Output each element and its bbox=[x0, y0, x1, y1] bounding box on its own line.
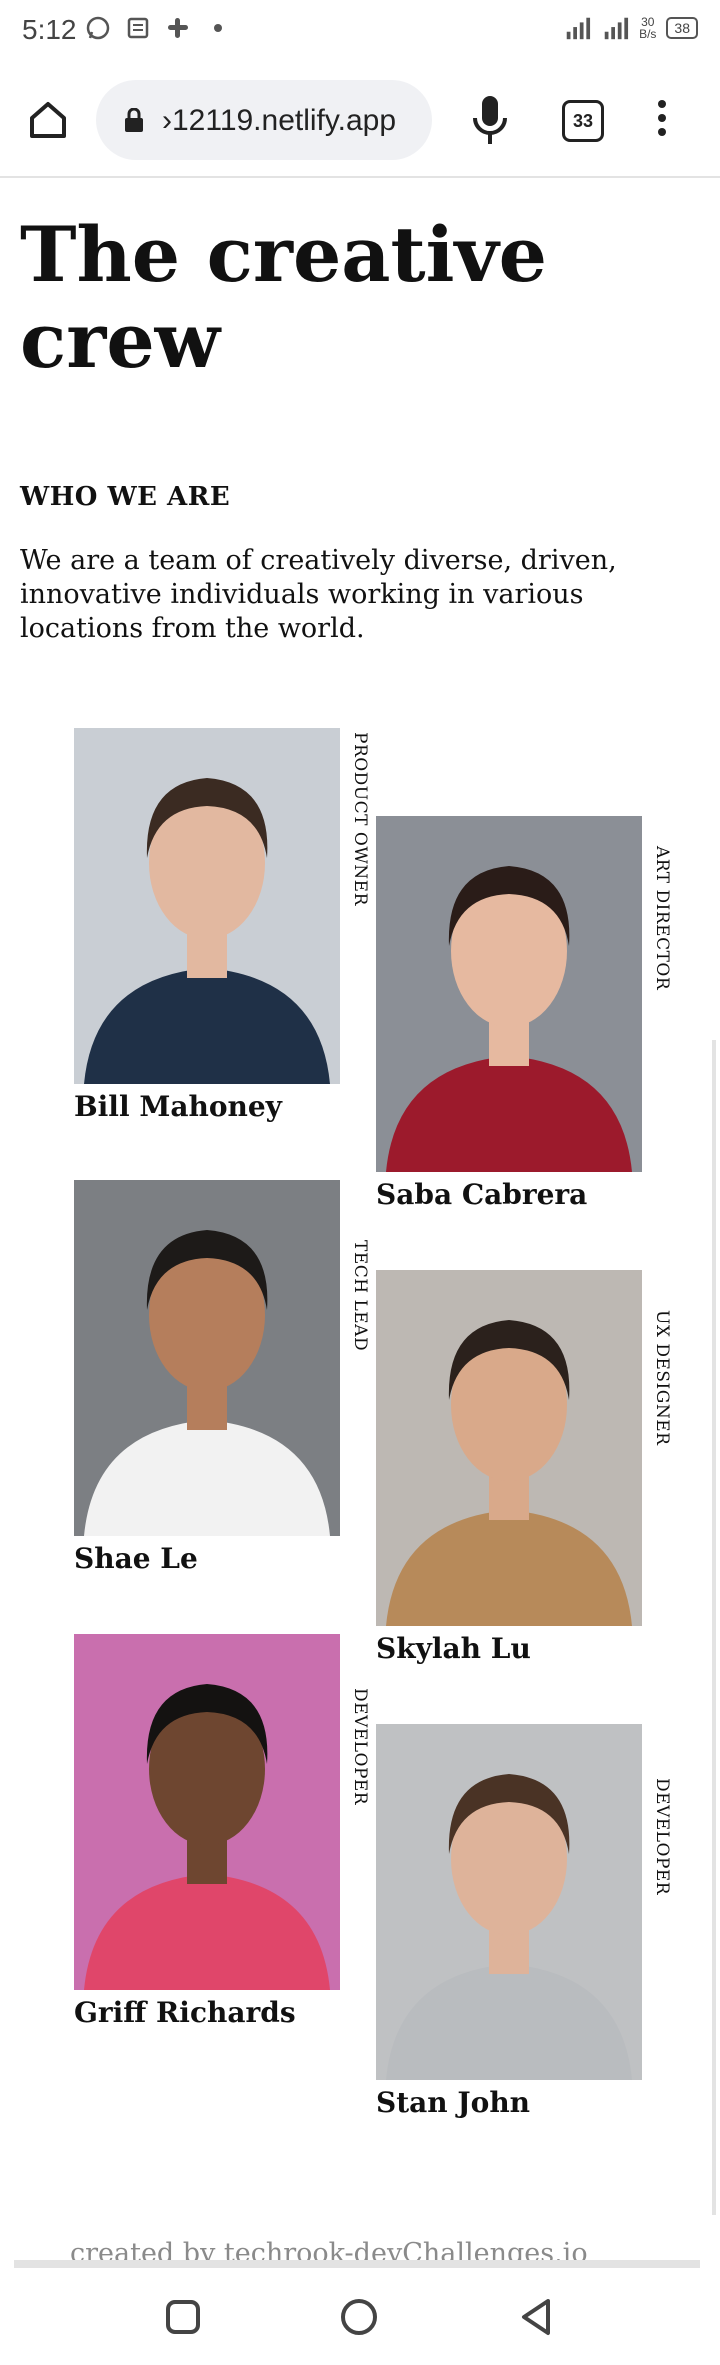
page-title: The creative crew bbox=[20, 210, 548, 385]
back-triangle-icon bbox=[522, 2299, 550, 2335]
member-name: Skylah Lu bbox=[376, 1632, 531, 1665]
speed-unit: B/s bbox=[639, 27, 657, 41]
member-role: DEVELOPER bbox=[652, 1778, 672, 1896]
battery-icon: 38 bbox=[666, 17, 698, 39]
menu-dot bbox=[658, 100, 666, 108]
status-time: 5:12 bbox=[22, 14, 77, 45]
menu-dot bbox=[658, 128, 666, 136]
tab-switcher-button[interactable]: 33 bbox=[562, 100, 604, 142]
signal-icon-2 bbox=[601, 14, 629, 42]
dot-icon bbox=[204, 14, 232, 42]
status-right: 30 B/s 38 bbox=[563, 14, 698, 42]
menu-dot bbox=[658, 114, 666, 122]
home-nav-button[interactable] bbox=[334, 2292, 384, 2342]
member-photo bbox=[376, 1270, 642, 1626]
member-photo bbox=[74, 1180, 340, 1536]
browser-toolbar: ›12119.netlify.app 33 bbox=[0, 64, 720, 178]
member-name: Griff Richards bbox=[74, 1996, 296, 2029]
square-icon bbox=[166, 2300, 200, 2334]
recent-apps-button[interactable] bbox=[158, 2292, 208, 2342]
circle-icon bbox=[341, 2299, 377, 2335]
network-speed: 30 B/s bbox=[639, 16, 656, 40]
system-nav-bar bbox=[0, 2270, 720, 2365]
status-bar: 5:12 30 B/s 38 bbox=[0, 0, 720, 64]
voice-search-button[interactable] bbox=[470, 94, 510, 146]
member-role: UX DESIGNER bbox=[652, 1310, 672, 1446]
member-name: Stan John bbox=[376, 2086, 531, 2119]
url-text: ›12119.netlify.app bbox=[162, 104, 397, 137]
member-role: ART DIRECTOR bbox=[652, 846, 672, 991]
member-role: TECH LEAD bbox=[350, 1240, 370, 1352]
member-role: PRODUCT OWNER bbox=[350, 732, 370, 906]
member-name: Saba Cabrera bbox=[376, 1178, 588, 1211]
battery-level: 38 bbox=[674, 20, 690, 36]
section-description: We are a team of creatively diverse, dri… bbox=[20, 545, 617, 644]
vertical-scrollbar[interactable] bbox=[712, 1040, 716, 2215]
horizontal-scrollbar[interactable] bbox=[14, 2260, 700, 2268]
news-icon bbox=[124, 14, 152, 42]
member-photo bbox=[74, 728, 340, 1084]
member-role: DEVELOPER bbox=[350, 1688, 370, 1806]
browser-menu-button[interactable] bbox=[652, 100, 672, 140]
member-name: Shae Le bbox=[74, 1542, 198, 1575]
home-button[interactable] bbox=[26, 98, 70, 142]
back-button[interactable] bbox=[512, 2292, 562, 2342]
slack-icon bbox=[164, 14, 192, 42]
section-heading: WHO WE ARE bbox=[20, 482, 231, 512]
whatsapp-icon bbox=[84, 14, 112, 42]
mic-icon bbox=[473, 96, 507, 144]
member-photo bbox=[376, 816, 642, 1172]
member-photo bbox=[74, 1634, 340, 1990]
home-icon bbox=[30, 102, 66, 138]
notification-icons bbox=[84, 14, 232, 42]
signal-icon bbox=[563, 14, 591, 42]
url-bar[interactable]: ›12119.netlify.app bbox=[96, 80, 432, 160]
lock-icon bbox=[125, 108, 143, 132]
member-photo bbox=[376, 1724, 642, 2080]
member-name: Bill Mahoney bbox=[74, 1090, 282, 1123]
